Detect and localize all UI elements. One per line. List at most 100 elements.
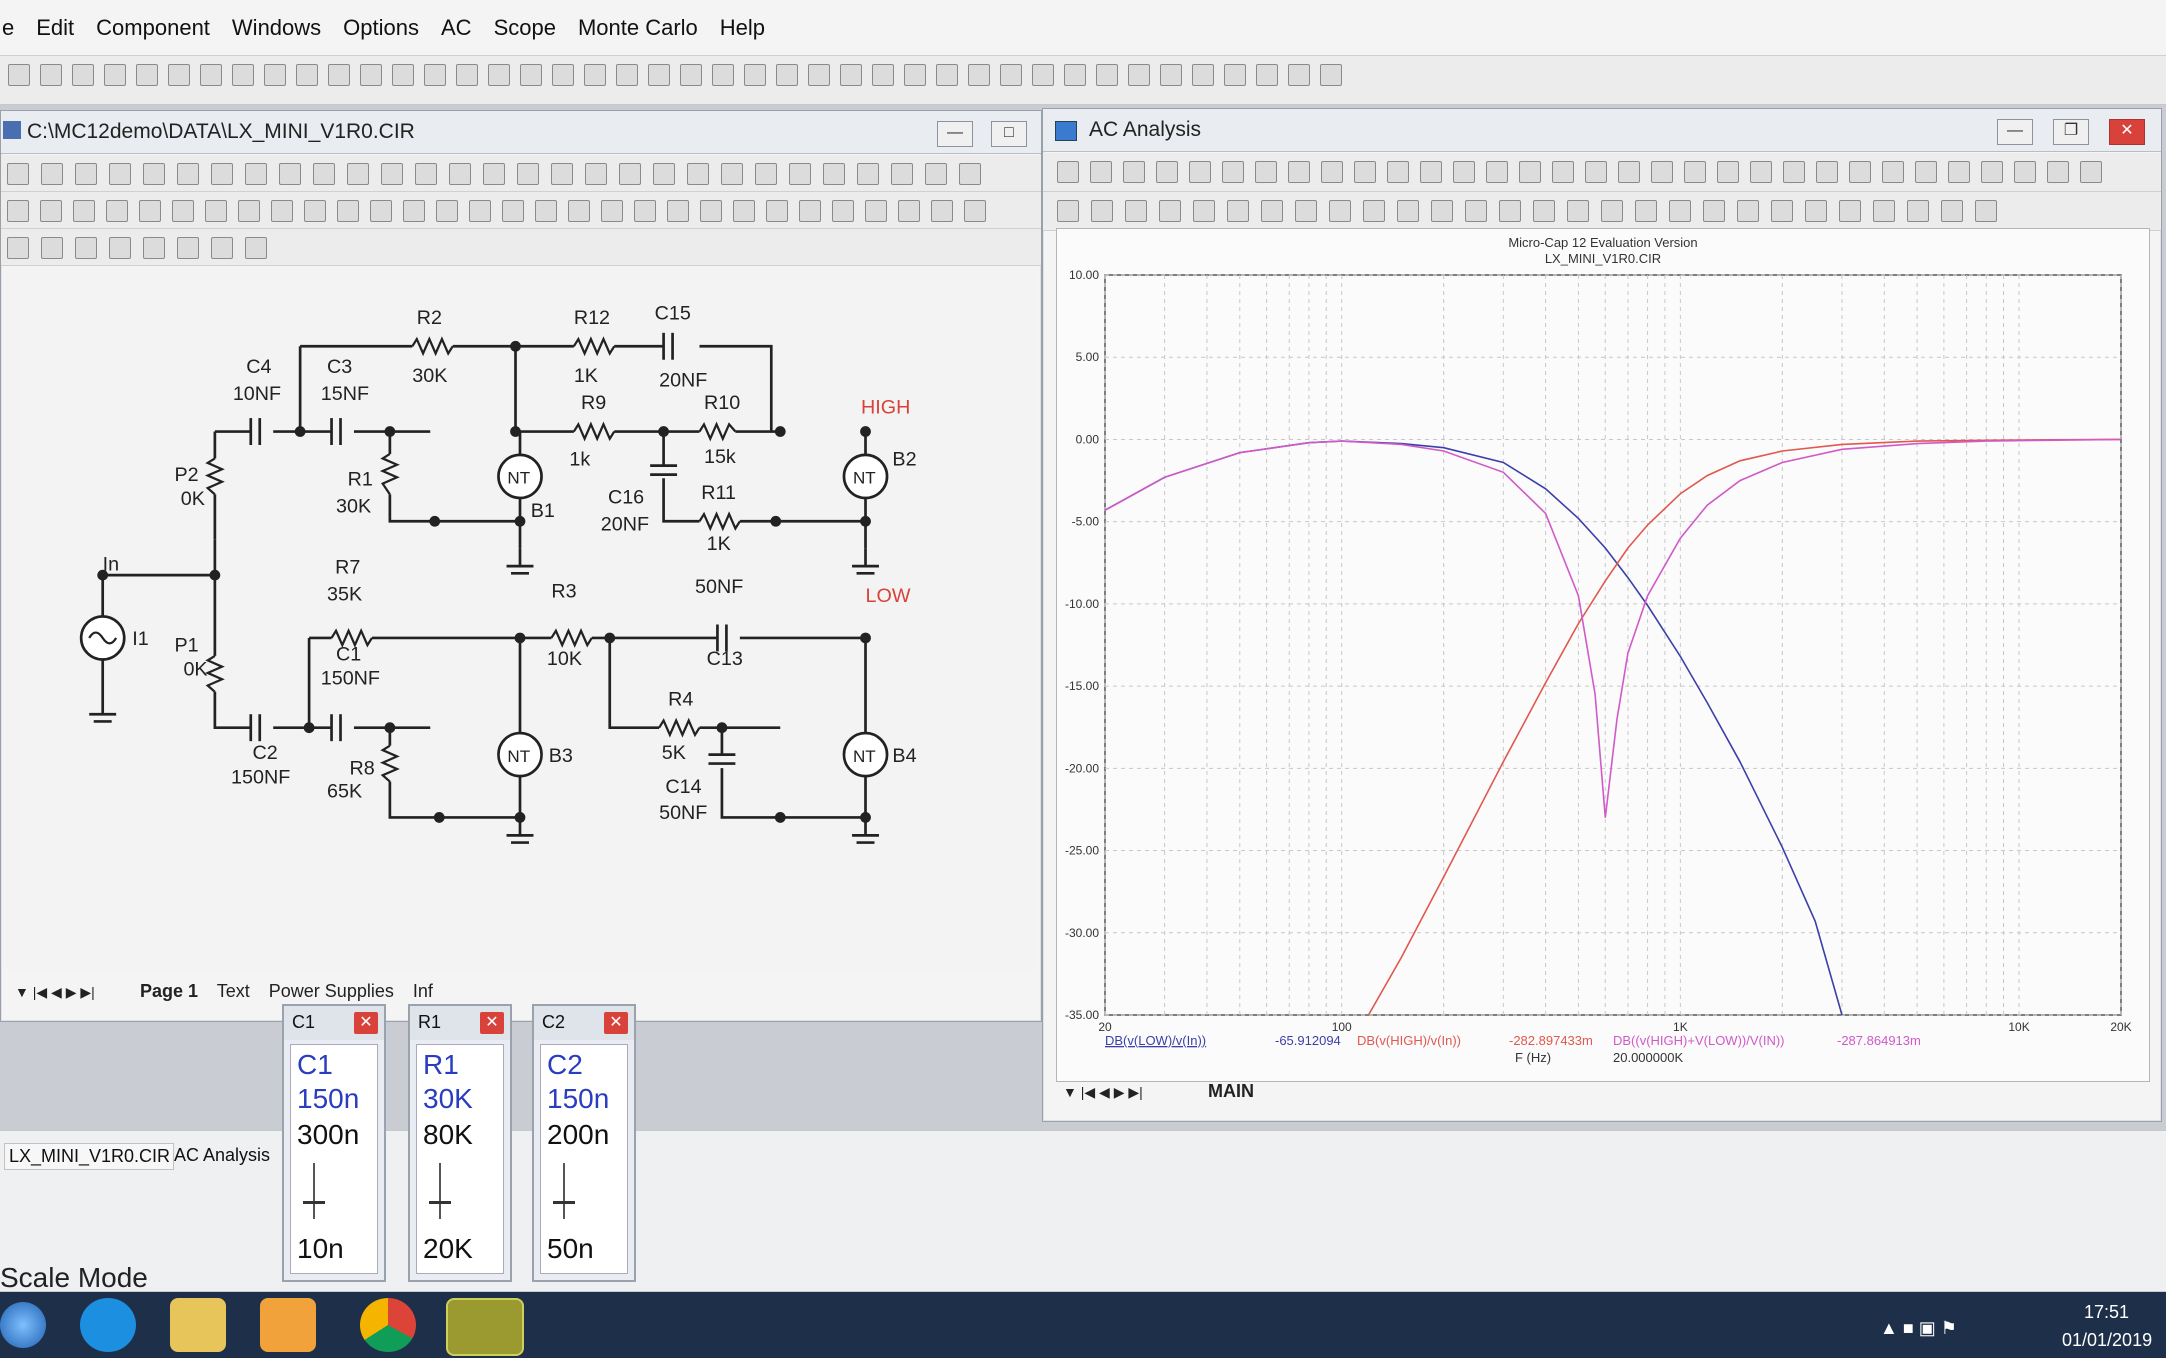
toolbar-button[interactable] xyxy=(483,163,505,185)
menu-file[interactable]: e xyxy=(2,15,14,41)
toolbar-button[interactable] xyxy=(1156,161,1178,183)
toolbar-button[interactable] xyxy=(75,163,97,185)
toolbar-button[interactable] xyxy=(1816,161,1838,183)
tab-power-supplies[interactable]: Power Supplies xyxy=(269,981,394,1001)
toolbar-button[interactable] xyxy=(964,200,986,222)
toolbar-button[interactable] xyxy=(456,64,478,86)
toolbar-button[interactable] xyxy=(925,163,947,185)
toolbar-button[interactable] xyxy=(520,64,542,86)
toolbar-button[interactable] xyxy=(840,64,862,86)
toolbar-button[interactable] xyxy=(7,237,29,259)
slider-thumb[interactable] xyxy=(303,1201,325,1204)
toolbar-button[interactable] xyxy=(337,200,359,222)
close-icon[interactable]: ✕ xyxy=(354,1012,378,1034)
toolbar-button[interactable] xyxy=(1849,161,1871,183)
tab-page-1[interactable]: Page 1 xyxy=(140,981,198,1001)
toolbar-button[interactable] xyxy=(931,200,953,222)
close-icon[interactable]: ✕ xyxy=(480,1012,504,1034)
toolbar-button[interactable] xyxy=(823,163,845,185)
ac-page-nav-icon[interactable]: ▼ |◀ ◀ ▶ ▶| xyxy=(1063,1084,1203,1101)
toolbar-button[interactable] xyxy=(205,200,227,222)
toolbar-button[interactable] xyxy=(136,64,158,86)
toolbar-button[interactable] xyxy=(1669,200,1691,222)
toolbar-button[interactable] xyxy=(104,64,126,86)
toolbar-button[interactable] xyxy=(865,200,887,222)
toolbar-button[interactable] xyxy=(936,64,958,86)
toolbar-button[interactable] xyxy=(1805,200,1827,222)
toolbar-button[interactable] xyxy=(1329,200,1351,222)
toolbar-button[interactable] xyxy=(1295,200,1317,222)
toolbar-button[interactable] xyxy=(347,163,369,185)
toolbar-button[interactable] xyxy=(1057,161,1079,183)
slider-track[interactable] xyxy=(439,1163,441,1219)
toolbar-button[interactable] xyxy=(872,64,894,86)
toolbar-button[interactable] xyxy=(535,200,557,222)
toolbar-button[interactable] xyxy=(72,64,94,86)
toolbar-button[interactable] xyxy=(1288,64,1310,86)
slider-track[interactable] xyxy=(313,1163,315,1219)
toolbar-button[interactable] xyxy=(40,200,62,222)
toolbar-button[interactable] xyxy=(1601,200,1623,222)
chrome-icon[interactable] xyxy=(360,1298,416,1352)
tab-main[interactable]: MAIN xyxy=(1208,1081,1254,1101)
ac-minimize-button[interactable]: — xyxy=(1997,119,2033,145)
toolbar-button[interactable] xyxy=(744,64,766,86)
toolbar-button[interactable] xyxy=(1000,64,1022,86)
folder-icon[interactable] xyxy=(170,1298,226,1352)
toolbar-button[interactable] xyxy=(616,64,638,86)
toolbar-button[interactable] xyxy=(1189,161,1211,183)
toolbar-button[interactable] xyxy=(959,163,981,185)
toolbar-button[interactable] xyxy=(304,200,326,222)
toolbar-button[interactable] xyxy=(904,64,926,86)
toolbar-button[interactable] xyxy=(75,237,97,259)
toolbar-button[interactable] xyxy=(1552,161,1574,183)
menu-options[interactable]: Options xyxy=(343,15,419,41)
toolbar-button[interactable] xyxy=(1090,161,1112,183)
toolbar-button[interactable] xyxy=(2047,161,2069,183)
toolbar-button[interactable] xyxy=(667,200,689,222)
toolbar-button[interactable] xyxy=(7,163,29,185)
toolbar-button[interactable] xyxy=(1123,161,1145,183)
toolbar-button[interactable] xyxy=(1948,161,1970,183)
toolbar-button[interactable] xyxy=(41,237,63,259)
toolbar-button[interactable] xyxy=(392,64,414,86)
toolbar-button[interactable] xyxy=(488,64,510,86)
ac-close-button[interactable]: ✕ xyxy=(2109,119,2145,145)
toolbar-button[interactable] xyxy=(1915,161,1937,183)
toolbar-button[interactable] xyxy=(1096,64,1118,86)
toolbar-button[interactable] xyxy=(1222,161,1244,183)
toolbar-button[interactable] xyxy=(177,163,199,185)
toolbar-button[interactable] xyxy=(172,200,194,222)
toolbar-button[interactable] xyxy=(1261,200,1283,222)
ie-icon[interactable] xyxy=(80,1298,136,1352)
close-icon[interactable]: ✕ xyxy=(604,1012,628,1034)
minimize-button[interactable]: — xyxy=(937,121,973,147)
toolbar-button[interactable] xyxy=(1255,161,1277,183)
toolbar-button[interactable] xyxy=(687,163,709,185)
media-player-icon[interactable] xyxy=(260,1298,316,1352)
page-nav-icon[interactable]: ▼ |◀ ◀ ▶ ▶| xyxy=(15,984,135,1001)
ac-plot[interactable]: Micro-Cap 12 Evaluation Version LX_MINI_… xyxy=(1056,228,2150,1082)
toolbar-button[interactable] xyxy=(238,200,260,222)
slider-popup-c2[interactable]: C2 ✕ C2 150n 200n 50n xyxy=(532,1004,636,1282)
toolbar-button[interactable] xyxy=(1125,200,1147,222)
toolbar-button[interactable] xyxy=(891,163,913,185)
toolbar-button[interactable] xyxy=(449,163,471,185)
footer-expr-low[interactable]: DB(v(LOW)/v(In)) xyxy=(1105,1033,1206,1048)
toolbar-button[interactable] xyxy=(381,163,403,185)
toolbar-button[interactable] xyxy=(143,237,165,259)
toolbar-button[interactable] xyxy=(73,200,95,222)
toolbar-button[interactable] xyxy=(502,200,524,222)
toolbar-button[interactable] xyxy=(776,64,798,86)
toolbar-button[interactable] xyxy=(211,163,233,185)
toolbar-button[interactable] xyxy=(1585,161,1607,183)
toolbar-button[interactable] xyxy=(832,200,854,222)
toolbar-button[interactable] xyxy=(585,163,607,185)
toolbar-button[interactable] xyxy=(1567,200,1589,222)
toolbar-button[interactable] xyxy=(1839,200,1861,222)
toolbar-button[interactable] xyxy=(755,163,777,185)
toolbar-button[interactable] xyxy=(680,64,702,86)
toolbar-button[interactable] xyxy=(106,200,128,222)
toolbar-button[interactable] xyxy=(328,64,350,86)
toolbar-button[interactable] xyxy=(1057,200,1079,222)
